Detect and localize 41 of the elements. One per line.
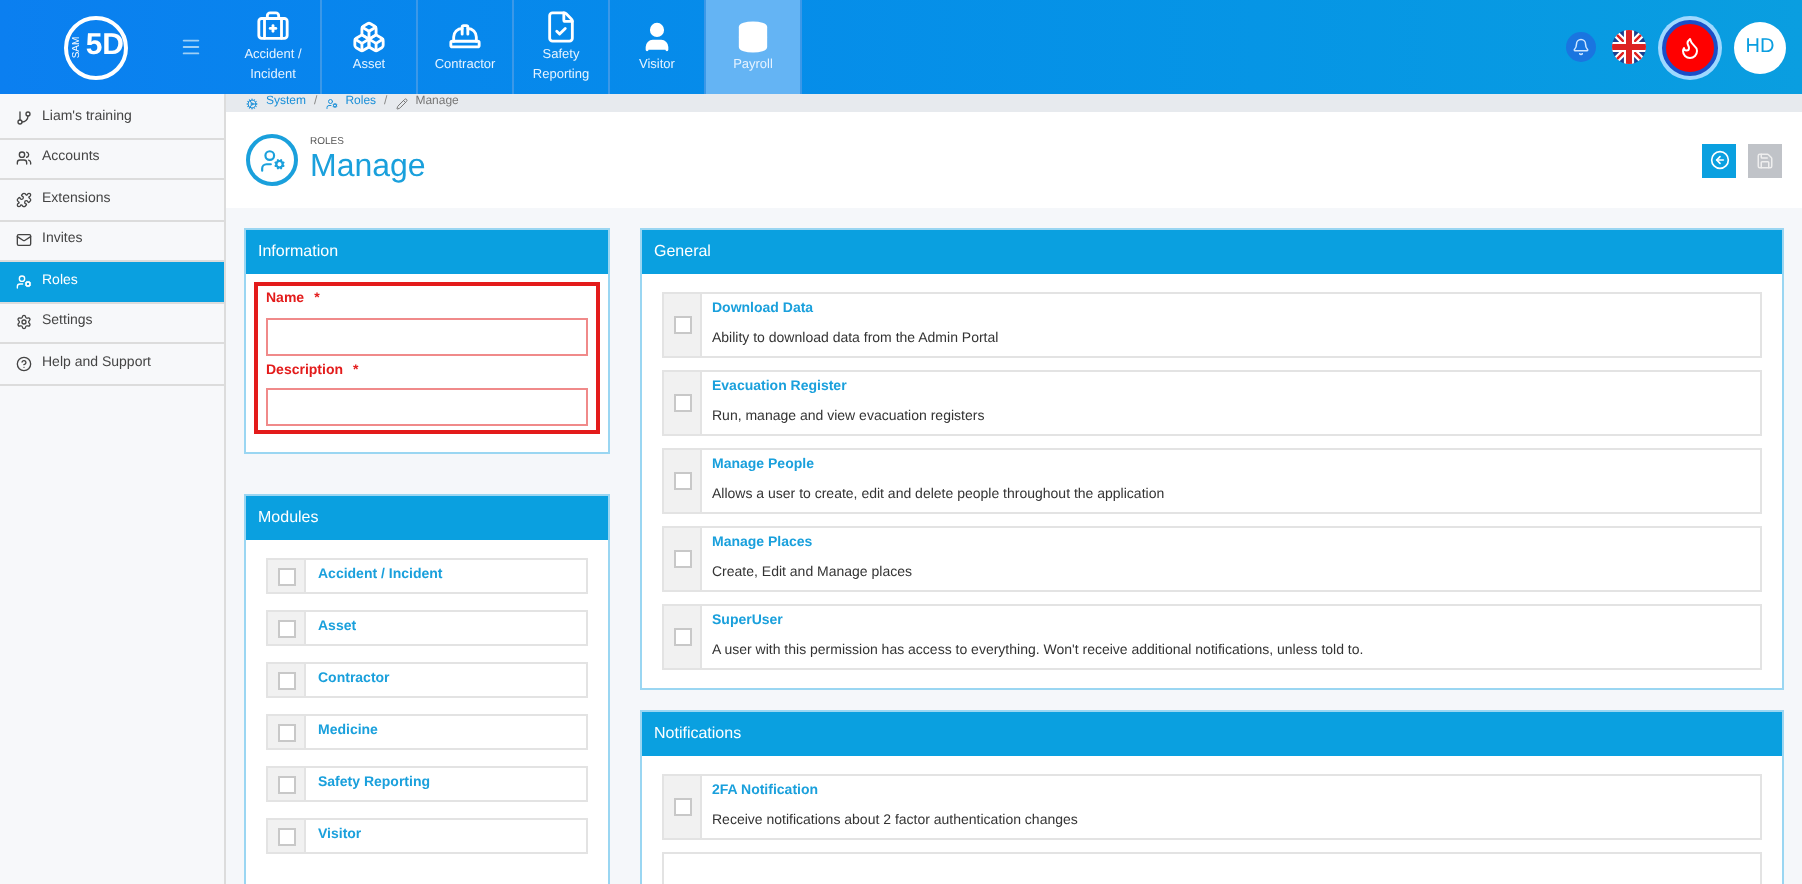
user-avatar[interactable]: HD: [1734, 21, 1786, 73]
panel-header: Modules: [246, 496, 608, 540]
panel-header: Notifications: [642, 712, 1782, 756]
checkbox[interactable]: [277, 723, 295, 741]
branch-icon: [16, 109, 32, 126]
checkbox[interactable]: [673, 472, 691, 490]
boxes-icon: [352, 19, 386, 53]
bell-icon: [1572, 38, 1590, 56]
person-icon: [640, 19, 674, 53]
union-jack-flag-icon[interactable]: [1612, 30, 1646, 64]
checkbox[interactable]: [673, 316, 691, 334]
save-button[interactable]: [1748, 143, 1782, 177]
panel-header: General: [642, 230, 1782, 274]
checkbox[interactable]: [673, 394, 691, 412]
checkbox[interactable]: [277, 567, 295, 585]
checkbox[interactable]: [277, 827, 295, 845]
database-icon: [736, 19, 770, 53]
save-icon: [1756, 151, 1774, 169]
people-icon: [16, 150, 32, 167]
input-field[interactable]: [266, 317, 588, 355]
alert-button[interactable]: [1662, 19, 1718, 75]
pencil-icon: [395, 97, 408, 109]
menu-icon[interactable]: [180, 36, 202, 58]
checkbox[interactable]: [277, 619, 295, 637]
mail-icon: [16, 232, 32, 249]
back-button[interactable]: [1702, 143, 1736, 177]
notification-button[interactable]: [1566, 32, 1596, 62]
hard-hat-icon: [448, 19, 482, 53]
checkbox[interactable]: [673, 628, 691, 646]
flame-icon: [1678, 35, 1702, 59]
checkbox[interactable]: [277, 775, 295, 793]
medical-case-icon: [256, 9, 290, 43]
checkbox[interactable]: [673, 798, 691, 816]
checkbox[interactable]: [277, 671, 295, 689]
page-title: Manage: [310, 150, 426, 185]
help-icon: [16, 355, 32, 372]
panel-header: Information: [246, 230, 608, 274]
input-field[interactable]: [266, 388, 588, 426]
gear-icon: [246, 97, 258, 109]
checkbox[interactable]: [673, 550, 691, 568]
puzzle-icon: [16, 191, 32, 208]
